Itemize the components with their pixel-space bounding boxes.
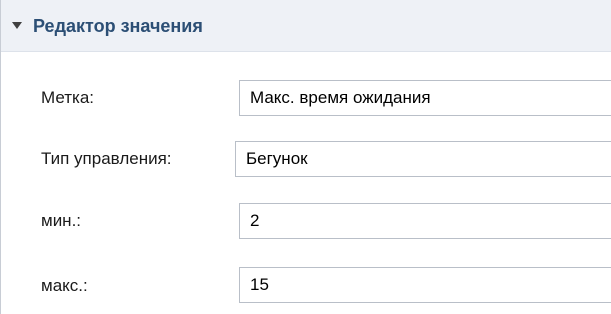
section-title: Редактор значения [33,16,203,36]
min-input[interactable] [239,203,611,239]
label-input[interactable] [239,80,611,116]
min-caption: мин.: [41,211,82,230]
max-caption: макс.: [41,276,88,295]
value-editor-panel: Редактор значения Метка: Тип управления:… [0,0,611,314]
collapse-triangle-icon[interactable] [12,22,22,29]
section-header[interactable]: Редактор значения [1,0,611,52]
max-input[interactable] [239,267,611,303]
control-type-field[interactable] [235,141,611,177]
control-type-caption: Тип управления: [41,149,172,168]
label-field-caption: Метка: [41,88,95,107]
